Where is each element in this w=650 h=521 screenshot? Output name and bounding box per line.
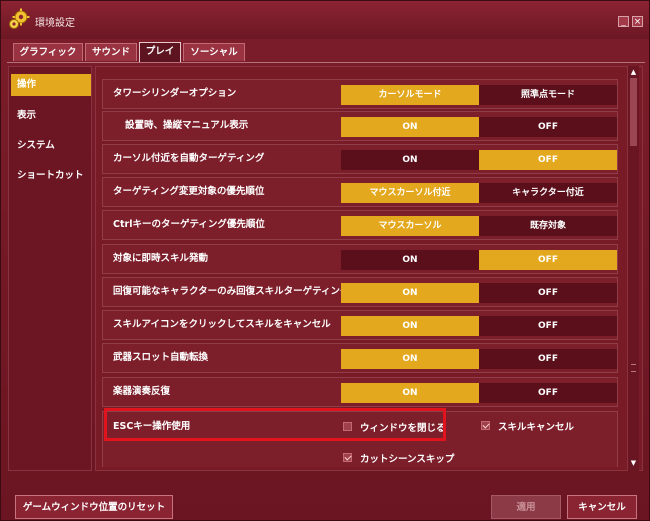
setting-row: タワーシリンダーオプション カーソルモード 照準点モード (102, 79, 618, 109)
setting-label: 武器スロット自動転換 (113, 352, 209, 363)
window-title: 環境設定 (35, 18, 75, 29)
setting-row: カーソル付近を自動ターゲティング ON OFF (102, 144, 618, 174)
scrollbar[interactable]: ▲ ▼ (627, 66, 639, 471)
minimize-button[interactable]: _ (618, 16, 629, 27)
tab-social[interactable]: ソーシャル (183, 43, 245, 61)
cancel-button[interactable]: キャンセル (567, 495, 637, 519)
option-a-button[interactable]: ON (341, 250, 479, 270)
tab-graphics[interactable]: グラフィック (13, 43, 83, 61)
reset-window-position-button[interactable]: ゲームウィンドウ位置のリセット (15, 495, 173, 519)
setting-row: スキルアイコンをクリックしてスキルをキャンセル ON OFF (102, 310, 618, 340)
setting-label: タワーシリンダーオプション (113, 88, 237, 99)
setting-label: 設置時、操縦マニュアル表示 (125, 120, 249, 131)
tab-divider (7, 62, 645, 63)
option-a-button[interactable]: ON (341, 383, 479, 403)
option-a-button[interactable]: マウスカーソル (341, 216, 479, 236)
option-a-button[interactable]: ON (341, 283, 479, 303)
gear-icon (9, 8, 30, 29)
tab-play[interactable]: プレイ (139, 42, 181, 62)
setting-label: 回復可能なキャラクターのみ回復スキルターゲティング (113, 286, 350, 297)
arrow-down-icon[interactable]: ▼ (629, 459, 638, 468)
sidebar: 操作 表示 システム ショートカット (8, 66, 92, 471)
sidebar-item-controls[interactable]: 操作 (11, 74, 91, 96)
scrollbar-grip (631, 364, 636, 372)
setting-label: スキルアイコンをクリックしてスキルをキャンセル (113, 319, 331, 330)
scrollbar-thumb[interactable] (630, 78, 637, 146)
settings-window: 環境設定 _ × グラフィック サウンド プレイ ソーシャル 操作 表示 システ… (0, 0, 650, 521)
sidebar-item-display[interactable]: 表示 (11, 105, 91, 127)
setting-label: 対象に即時スキル発動 (113, 253, 209, 264)
option-a-button[interactable]: ON (341, 316, 479, 336)
sidebar-item-shortcut[interactable]: ショートカット (11, 165, 91, 187)
skill-cancel-checkbox[interactable] (481, 421, 490, 430)
esc-label: ESCキー操作使用 (113, 421, 191, 432)
option-a-button[interactable]: ON (341, 150, 479, 170)
cutscene-skip-checkbox[interactable] (343, 453, 352, 462)
esc-setting-row: ESCキー操作使用 ウィンドウを閉じる スキルキャンセル カットシーンスキップ (102, 411, 618, 467)
setting-row: 設置時、操縦マニュアル表示 ON OFF (102, 111, 618, 141)
arrow-up-icon[interactable]: ▲ (629, 68, 638, 77)
option-a-button[interactable]: ON (341, 117, 479, 137)
setting-row: Ctrlキーのターゲティング優先順位 マウスカーソル 既存対象 (102, 210, 618, 240)
apply-button[interactable]: 適用 (491, 495, 561, 519)
sidebar-item-system[interactable]: システム (11, 135, 91, 157)
option-b-button[interactable]: OFF (479, 117, 617, 137)
setting-label: Ctrlキーのターゲティング優先順位 (113, 219, 265, 230)
option-b-button[interactable]: キャラクター付近 (479, 183, 617, 203)
option-b-button[interactable]: OFF (479, 316, 617, 336)
setting-row: 楽器演奏反復 ON OFF (102, 377, 618, 407)
setting-row: ターゲティング変更対象の優先順位 マウスカーソル付近 キャラクター付近 (102, 177, 618, 207)
option-b-button[interactable]: OFF (479, 150, 617, 170)
cutscene-skip-label: カットシーンスキップ (360, 454, 455, 465)
tab-sound[interactable]: サウンド (85, 43, 137, 61)
skill-cancel-label: スキルキャンセル (498, 422, 575, 433)
title-bar[interactable]: 環境設定 _ × (1, 1, 649, 39)
option-b-button[interactable]: OFF (479, 349, 617, 369)
setting-row: 対象に即時スキル発動 ON OFF (102, 244, 618, 274)
option-b-button[interactable]: OFF (479, 283, 617, 303)
settings-panel: タワーシリンダーオプション カーソルモード 照準点モード 設置時、操縦マニュアル… (95, 66, 643, 471)
close-button[interactable]: × (632, 16, 643, 27)
setting-label: ターゲティング変更対象の優先順位 (113, 186, 265, 197)
setting-label: 楽器演奏反復 (113, 386, 171, 397)
close-window-checkbox[interactable] (343, 422, 352, 431)
option-a-button[interactable]: マウスカーソル付近 (341, 183, 479, 203)
option-b-button[interactable]: OFF (479, 383, 617, 403)
option-a-button[interactable]: カーソルモード (341, 85, 479, 105)
setting-row: 武器スロット自動転換 ON OFF (102, 343, 618, 373)
option-a-button[interactable]: ON (341, 349, 479, 369)
option-b-button[interactable]: 照準点モード (479, 85, 617, 105)
setting-row: 回復可能なキャラクターのみ回復スキルターゲティング ON OFF (102, 277, 618, 307)
close-window-label: ウィンドウを閉じる (360, 423, 446, 434)
option-b-button[interactable]: 既存対象 (479, 216, 617, 236)
option-b-button[interactable]: OFF (479, 250, 617, 270)
setting-label: カーソル付近を自動ターゲティング (113, 153, 265, 164)
